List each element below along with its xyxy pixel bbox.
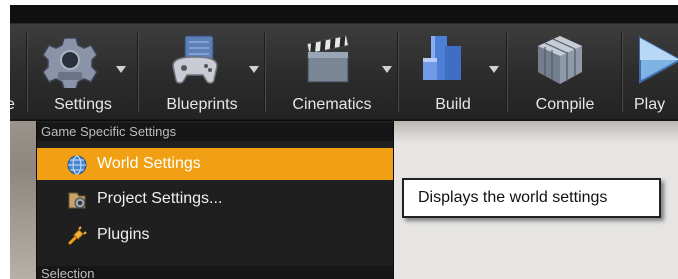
chevron-down-icon: [489, 66, 499, 73]
menu-item-plugins[interactable]: Plugins: [37, 219, 393, 251]
toolbar-separator: [264, 32, 265, 112]
menu-item-label: World Settings: [97, 155, 201, 172]
toolbar-separator: [137, 32, 138, 112]
section-selection: Selection: [37, 266, 393, 279]
cinematics-button[interactable]: Cinematics: [268, 24, 396, 119]
toolbar-separator: [621, 32, 622, 112]
plug-icon: [68, 226, 87, 245]
settings-label: Settings: [54, 96, 112, 113]
title-bar: [10, 5, 678, 24]
clapperboard-icon: [306, 34, 349, 83]
menu-item-label: Project Settings...: [97, 190, 223, 207]
build-label: Build: [435, 96, 471, 113]
chevron-down-icon: [116, 66, 126, 73]
project-settings-icon: [68, 192, 86, 209]
blueprints-button[interactable]: Blueprints: [141, 24, 263, 119]
cube-icon: [538, 36, 582, 84]
section-game-specific-settings: Game Specific Settings: [37, 123, 393, 141]
globe-icon: [67, 155, 87, 175]
menu-item-world-settings[interactable]: World Settings: [37, 148, 393, 180]
gear-icon: [42, 37, 98, 88]
menu-item-label: Plugins: [97, 226, 150, 243]
toolbar-separator: [506, 32, 507, 112]
toolbar-separator: [26, 32, 27, 112]
chevron-down-icon: [249, 66, 259, 73]
blocks-icon: [423, 36, 461, 80]
compile-label: Compile: [535, 96, 595, 113]
chevron-down-icon: [382, 66, 392, 73]
compile-button[interactable]: Compile: [510, 24, 620, 119]
settings-dropdown-menu: Game Specific Settings World Settings Pr…: [36, 120, 394, 279]
blueprints-label: Blueprints: [166, 96, 238, 113]
cinematics-label: Cinematics: [292, 96, 372, 113]
play-icon: [639, 36, 678, 84]
toolbar-partial-label: e: [10, 96, 15, 113]
play-button[interactable]: Play: [624, 24, 678, 119]
gamepad-icon: [172, 35, 218, 84]
editor-window: e Settings Blueprints Cinematics Build C…: [10, 5, 678, 279]
settings-button[interactable]: Settings: [30, 24, 136, 119]
toolbar-separator: [397, 32, 398, 112]
build-button[interactable]: Build: [401, 24, 505, 119]
world-settings-tooltip: Displays the world settings: [402, 178, 661, 218]
play-label: Play: [634, 96, 666, 113]
main-toolbar: e Settings Blueprints Cinematics Build C…: [10, 24, 678, 121]
menu-item-project-settings[interactable]: Project Settings...: [37, 183, 393, 215]
